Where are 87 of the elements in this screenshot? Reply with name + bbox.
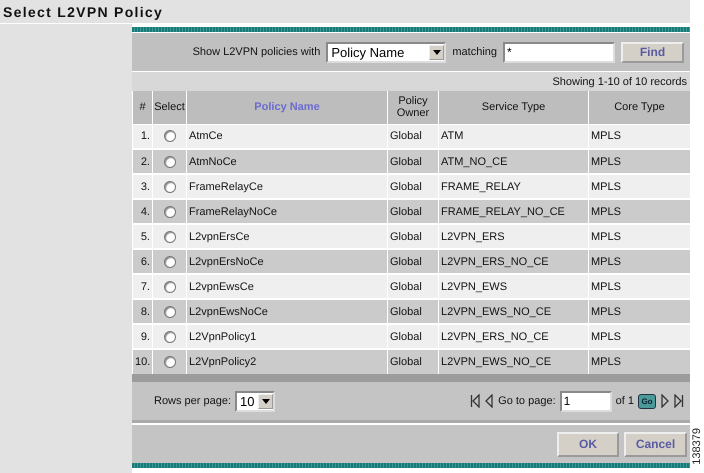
column-header: Service Type <box>438 91 588 124</box>
table-cell: FRAME_RELAY_NO_CE <box>438 199 588 224</box>
radio-button[interactable] <box>164 356 176 368</box>
table-cell: L2VPN_ERS <box>438 224 588 249</box>
table-cell: FrameRelayCe <box>186 174 388 199</box>
next-page-icon[interactable] <box>660 394 670 408</box>
table-cell: ATM <box>438 124 588 149</box>
table-cell: MPLS <box>588 149 690 174</box>
table-cell: FrameRelayNoCe <box>186 199 388 224</box>
table-cell: L2vpnEwsCe <box>186 274 388 299</box>
table-cell: Global <box>388 149 438 174</box>
table-cell: Global <box>388 174 438 199</box>
table-cell: L2VpnPolicy2 <box>186 349 388 374</box>
matching-label: matching <box>452 46 497 58</box>
table-cell: L2vpnEwsNoCe <box>186 299 388 324</box>
row-number: 8. <box>132 299 152 324</box>
previous-page-icon[interactable] <box>484 394 494 408</box>
page-field[interactable]: 1 <box>560 390 612 412</box>
table-cell: L2vpnErsNoCe <box>186 249 388 274</box>
table-cell: L2VpnPolicy1 <box>186 324 388 349</box>
ok-button[interactable]: OK <box>557 432 619 456</box>
radio-button[interactable] <box>164 230 176 242</box>
radio-button[interactable] <box>164 256 176 268</box>
table-cell: L2VPN_EWS_NO_CE <box>438 299 588 324</box>
last-page-icon[interactable] <box>674 394 684 408</box>
column-header: # <box>132 91 152 124</box>
table-cell: MPLS <box>588 274 690 299</box>
table-cell: MPLS <box>588 174 690 199</box>
row-number: 4. <box>132 199 152 224</box>
find-button[interactable]: Find <box>621 42 684 62</box>
dropdown-arrow-icon <box>432 50 441 54</box>
row-number: 9. <box>132 324 152 349</box>
search-field[interactable]: * <box>503 42 615 62</box>
table-cell: FRAME_RELAY <box>438 174 588 199</box>
rows-per-page-label: Rows per page: <box>154 395 232 407</box>
table-cell: MPLS <box>588 349 690 374</box>
column-header: Policy Owner <box>388 91 438 124</box>
dropdown-arrow-icon <box>262 398 270 404</box>
radio-button[interactable] <box>164 180 176 192</box>
figure-number: 138379 <box>691 428 703 465</box>
first-page-icon[interactable] <box>470 394 480 408</box>
table-cell: ATM_NO_CE <box>438 149 588 174</box>
row-number: 3. <box>132 174 152 199</box>
radio-button[interactable] <box>164 206 176 218</box>
record-count: Showing 1-10 of 10 records <box>552 76 687 88</box>
table-cell: MPLS <box>588 324 690 349</box>
go-to-page-label: Go to page: <box>498 395 556 407</box>
row-number: 5. <box>132 224 152 249</box>
page-title: Select L2VPN Policy <box>3 4 164 20</box>
table-cell: L2vpnErsCe <box>186 224 388 249</box>
column-header: Core Type <box>588 91 690 124</box>
table-cell: MPLS <box>588 249 690 274</box>
table-cell: Global <box>388 274 438 299</box>
radio-button[interactable] <box>164 130 176 142</box>
cancel-button[interactable]: Cancel <box>624 432 687 456</box>
row-number: 6. <box>132 249 152 274</box>
table-cell: MPLS <box>588 124 690 149</box>
column-header: Select <box>152 91 186 124</box>
table-cell: MPLS <box>588 224 690 249</box>
table-cell: L2VPN_ERS_NO_CE <box>438 249 588 274</box>
table-cell: Global <box>388 124 438 149</box>
radio-button[interactable] <box>164 156 176 168</box>
table-cell: Global <box>388 249 438 274</box>
page-count: of 1 <box>616 395 634 407</box>
rows-per-page-dropdown[interactable]: 10 <box>235 390 276 412</box>
filter-field-dropdown[interactable]: Policy Name <box>326 42 446 62</box>
table-cell: Global <box>388 324 438 349</box>
table-cell: MPLS <box>588 299 690 324</box>
table-cell: AtmNoCe <box>186 149 388 174</box>
table-cell: L2VPN_EWS_NO_CE <box>438 349 588 374</box>
table-cell: L2VPN_EWS <box>438 274 588 299</box>
radio-button[interactable] <box>164 306 176 318</box>
row-number: 10. <box>132 349 152 374</box>
table-cell: Global <box>388 224 438 249</box>
table-cell: Global <box>388 199 438 224</box>
table-cell: Global <box>388 349 438 374</box>
table-cell: Global <box>388 299 438 324</box>
table-cell: AtmCe <box>186 124 388 149</box>
filter-label: Show L2VPN policies with <box>192 46 320 58</box>
radio-button[interactable] <box>164 330 176 342</box>
table-cell: L2VPN_ERS_NO_CE <box>438 324 588 349</box>
table-cell: MPLS <box>588 199 690 224</box>
row-number: 2. <box>132 149 152 174</box>
row-number: 1. <box>132 124 152 149</box>
go-button[interactable]: Go <box>638 394 656 408</box>
radio-button[interactable] <box>164 280 176 292</box>
row-number: 7. <box>132 274 152 299</box>
